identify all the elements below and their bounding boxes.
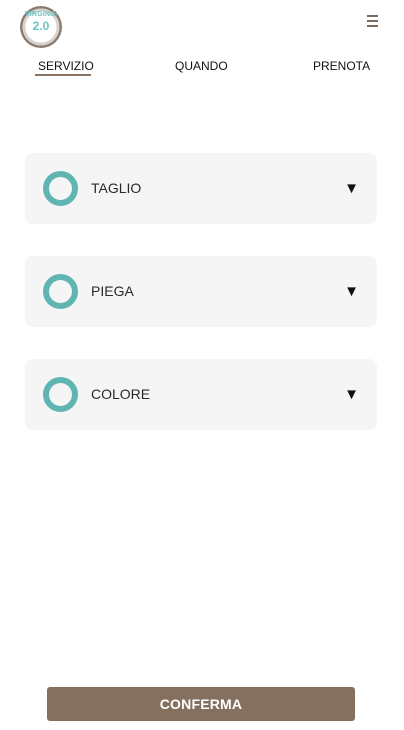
active-tab-underline [35, 74, 91, 76]
service-option-taglio[interactable]: TAGLIO ▼ [25, 153, 377, 224]
service-label: COLORE [91, 386, 151, 402]
service-option-piega[interactable]: PIEGA ▼ [25, 256, 377, 327]
tab-prenota[interactable]: PRENOTA [313, 59, 370, 73]
brand-logo[interactable]: VIRGINIE 2.0 [20, 6, 62, 48]
tab-quando[interactable]: QUANDO [175, 59, 228, 73]
logo-number: 2.0 [32, 19, 50, 33]
chevron-down-icon[interactable]: ▼ [344, 181, 359, 196]
tab-servizio[interactable]: SERVIZIO [38, 59, 94, 73]
confirm-button[interactable]: CONFERMA [47, 687, 355, 721]
step-tabs: SERVIZIO QUANDO PRENOTA [0, 59, 404, 79]
service-label: TAGLIO [91, 180, 142, 196]
hamburger-menu-icon[interactable] [367, 15, 378, 28]
chevron-down-icon[interactable]: ▼ [344, 284, 359, 299]
radio-button[interactable] [43, 377, 78, 412]
chevron-down-icon[interactable]: ▼ [344, 387, 359, 402]
radio-button[interactable] [43, 171, 78, 206]
service-label: PIEGA [91, 283, 134, 299]
radio-button[interactable] [43, 274, 78, 309]
logo-text: VIRGINIE [24, 11, 58, 18]
service-option-colore[interactable]: COLORE ▼ [25, 359, 377, 430]
